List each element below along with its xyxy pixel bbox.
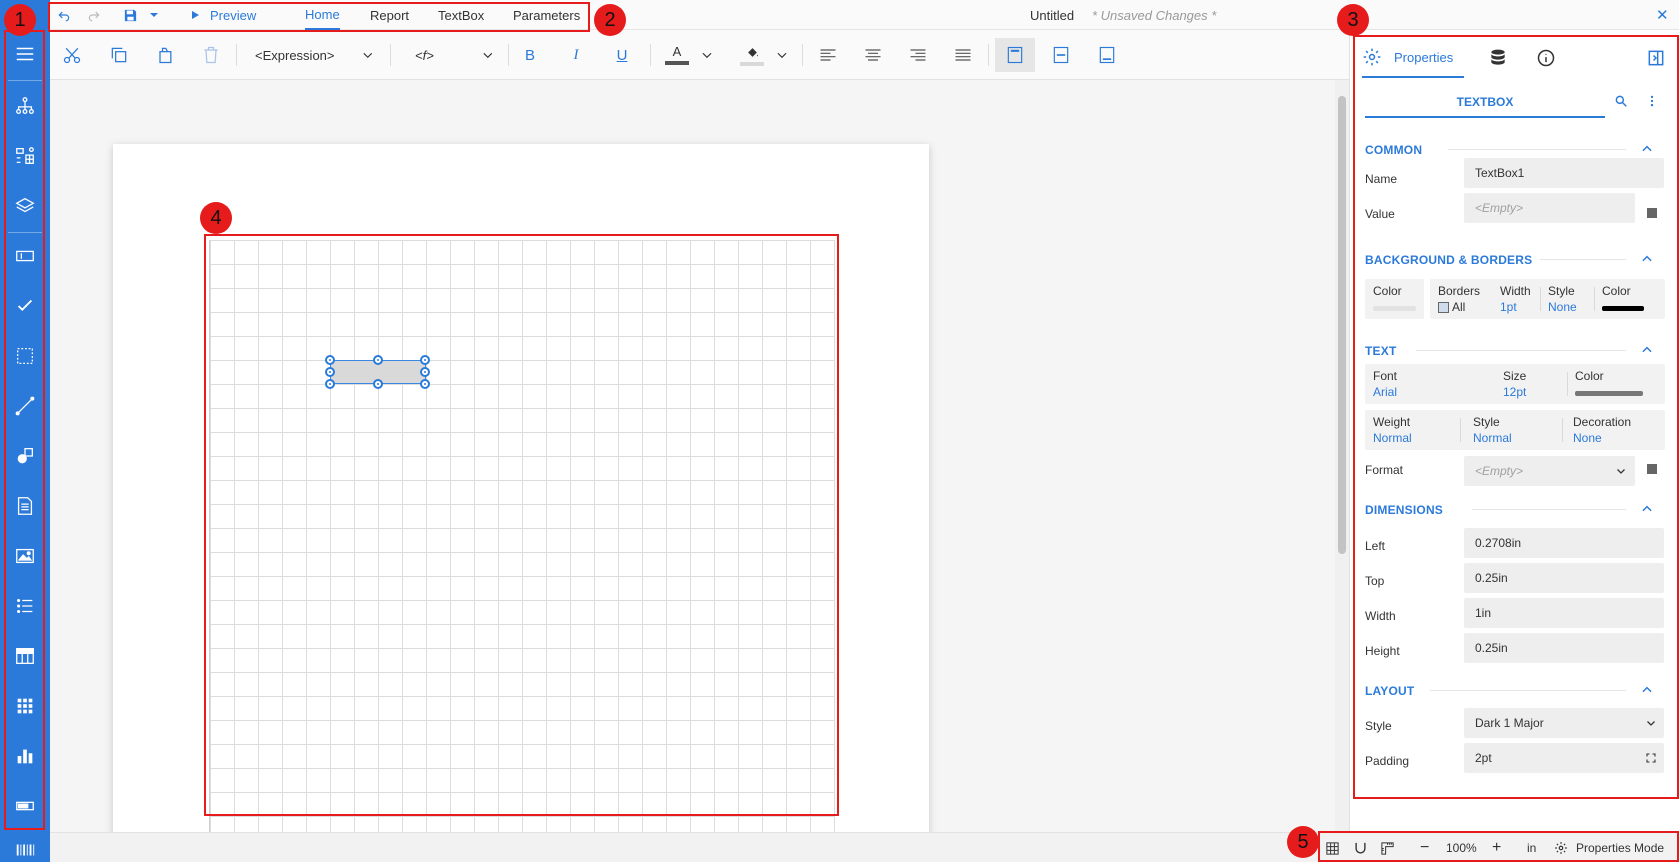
background-color-chevron-icon[interactable]: [772, 38, 792, 72]
underline-button[interactable]: U: [605, 38, 639, 72]
chevron-down-icon: [483, 52, 493, 59]
canvas-vertical-scrollbar[interactable]: [1335, 80, 1349, 832]
close-icon[interactable]: ✕: [1656, 0, 1669, 30]
italic-button[interactable]: I: [559, 38, 593, 72]
expression-dropdown[interactable]: <Expression>: [255, 38, 375, 72]
function-value: <f>: [415, 47, 434, 63]
paint-bucket-icon: [747, 47, 758, 57]
toolbar-separator: [802, 44, 803, 66]
annotation-badge-1: 1: [4, 4, 36, 36]
vertical-align-top-icon[interactable]: [995, 38, 1035, 72]
barcode-icon[interactable]: [0, 838, 50, 862]
font-color-glyph: A: [672, 44, 682, 59]
report-title: Untitled: [1030, 7, 1075, 23]
align-right-icon[interactable]: [901, 38, 935, 72]
annotation-badge-2: 2: [594, 4, 626, 36]
vertical-align-bottom-icon[interactable]: [1087, 38, 1127, 72]
annotation-badge-5: 5: [1287, 826, 1319, 858]
scrollbar-thumb[interactable]: [1338, 96, 1346, 554]
align-center-icon[interactable]: [856, 38, 890, 72]
toolbar-separator: [650, 44, 651, 66]
toolbar-separator: [988, 44, 989, 66]
annotation-box-3: [1353, 35, 1679, 799]
delete-icon[interactable]: [194, 38, 228, 72]
chevron-down-icon: [363, 52, 373, 59]
font-color-button[interactable]: A: [660, 38, 694, 72]
toolbar-separator: [390, 44, 391, 66]
annotation-box-1: [4, 30, 45, 830]
justify-icon[interactable]: [946, 38, 980, 72]
font-color-swatch: [665, 61, 689, 65]
annotation-badge-3: 3: [1337, 4, 1369, 36]
copy-icon[interactable]: [102, 38, 136, 72]
vertical-align-middle-icon[interactable]: [1041, 38, 1081, 72]
annotation-box-2: [48, 2, 590, 32]
expression-value: <Expression>: [255, 47, 335, 63]
toolbar-separator: [236, 44, 237, 66]
function-dropdown[interactable]: <f>: [415, 38, 495, 72]
annotation-badge-4: 4: [200, 202, 232, 234]
toolbar-separator: [508, 44, 509, 66]
paste-icon[interactable]: [148, 38, 182, 72]
align-left-icon[interactable]: [811, 38, 845, 72]
cut-icon[interactable]: [55, 38, 89, 72]
annotation-box-4: [204, 234, 839, 816]
background-color-swatch: [740, 61, 764, 66]
font-color-chevron-icon[interactable]: [697, 38, 717, 72]
annotation-box-5: [1318, 831, 1679, 862]
bold-button[interactable]: B: [513, 38, 547, 72]
background-color-button[interactable]: [735, 38, 769, 72]
home-toolbar: <Expression> <f> B I U A: [50, 30, 1349, 80]
unsaved-changes-note: * Unsaved Changes *: [1092, 7, 1217, 23]
